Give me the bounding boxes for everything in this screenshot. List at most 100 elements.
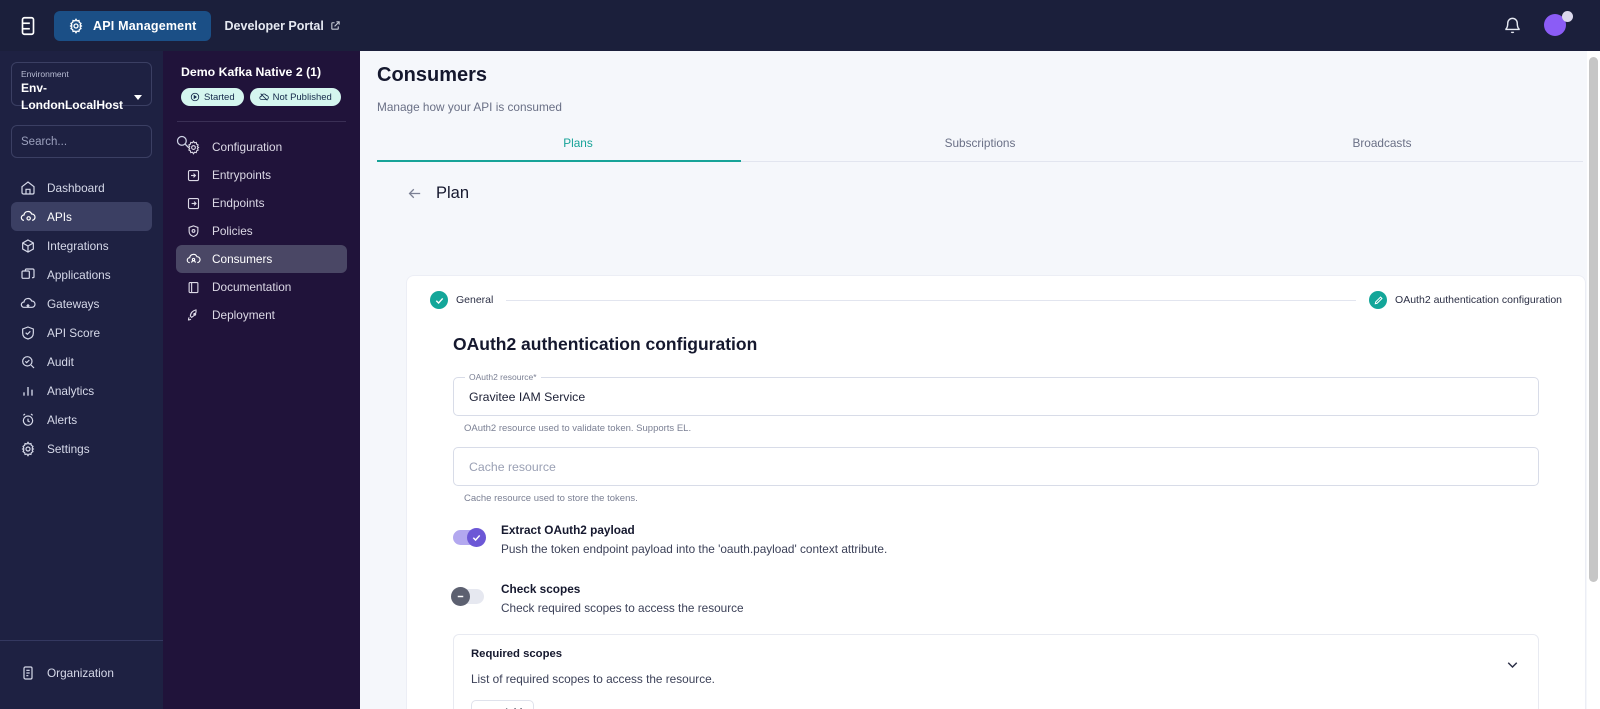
clipboard-icon (23, 665, 33, 680)
api-sidebar-item-entrypoints[interactable]: Entrypoints (176, 161, 347, 189)
top-bar: API Management Developer Portal (0, 0, 1600, 51)
check-scopes-row: Check scopes Check required scopes to ac… (451, 580, 1539, 615)
sidebar-item-label: Analytics (47, 383, 95, 398)
sidebar-item-label: Dashboard (47, 180, 105, 195)
avatar[interactable] (1544, 10, 1573, 38)
stepper-connector (506, 299, 1357, 301)
api-sidebar: Demo Kafka Native 2 (1) Started Not Publ… (163, 51, 360, 709)
page-subtitle: Manage how your API is consumed (377, 100, 562, 114)
apis-icon (20, 210, 36, 221)
api-sidebar-item-consumers[interactable]: Consumers (176, 245, 347, 273)
sidebar-item-audit[interactable]: Audit (11, 347, 152, 376)
extract-oauth2-payload-toggle[interactable] (453, 528, 486, 547)
pencil-icon (1369, 291, 1388, 309)
toggle-title: Extract OAuth2 payload (501, 523, 635, 537)
oauth2-resource-hint: OAuth2 resource used to validate token. … (464, 423, 692, 434)
extract-oauth2-payload-row: Extract OAuth2 payload Push the token en… (453, 521, 1539, 556)
cache-resource-field[interactable]: Cache resource (453, 447, 1539, 486)
main-content: Consumers Manage how your API is consume… (360, 51, 1600, 709)
api-sidebar-item-label: Endpoints (212, 196, 265, 210)
plan-header: Plan (406, 184, 1600, 203)
api-sidebar-item-label: Configuration (212, 140, 283, 154)
required-scopes-description: List of required scopes to access the re… (471, 672, 715, 686)
required-scopes-title: Required scopes (471, 648, 563, 660)
api-sidebar-divider (177, 121, 346, 122)
extract-oauth2-payload-text: Extract OAuth2 payload Push the token en… (501, 521, 887, 556)
required-scopes-panel: Required scopes List of required scopes … (453, 634, 1539, 709)
sidebar-item-label: APIs (47, 209, 72, 224)
search-check-icon (22, 355, 35, 368)
external-link-icon (330, 20, 341, 31)
status-badge-started: Started (181, 88, 244, 106)
sidebar-item-applications[interactable]: Applications (11, 260, 152, 289)
tab-subscriptions[interactable]: Subscriptions (779, 136, 1181, 161)
oauth2-resource-field[interactable]: OAuth2 resource* Gravitee IAM Service (453, 372, 1539, 416)
chevron-down-icon (134, 94, 142, 100)
bell-icon[interactable] (1503, 16, 1522, 35)
stepper-step-oauth2[interactable]: OAuth2 authentication configuration (1369, 291, 1562, 309)
sidebar-item-label: Alerts (47, 412, 78, 427)
oauth2-resource-value: Gravitee IAM Service (469, 389, 586, 404)
api-sidebar-item-deployment[interactable]: Deployment (176, 301, 347, 329)
api-sidebar-item-configuration[interactable]: Configuration (176, 133, 347, 161)
stepper: General OAuth2 authentication configurat… (407, 276, 1585, 309)
api-sidebar-item-label: Consumers (212, 252, 273, 266)
sidebar-nav: Dashboard APIs Integrations Applications… (0, 173, 163, 463)
main-sidebar: Environment Env-LondonLocalHost Dashboar… (0, 51, 189, 709)
sidebar-item-label: Applications (47, 267, 111, 282)
status-badge-label: Not Published (272, 91, 332, 103)
gravitee-logo-icon[interactable] (14, 12, 42, 40)
oauth2-form: OAuth2 resource* Gravitee IAM Service OA… (451, 372, 1539, 709)
environment-label: Environment (21, 69, 69, 79)
toggle-knob-check-icon (467, 528, 486, 547)
search-input-wrapper[interactable] (11, 125, 189, 158)
cache-resource-hint: Cache resource used to store the tokens. (464, 493, 638, 504)
consumers-icon (186, 253, 201, 263)
sidebar-item-integrations[interactable]: Integrations (11, 231, 152, 260)
check-scopes-toggle[interactable] (451, 587, 484, 606)
sidebar-item-label: Integrations (47, 238, 109, 253)
tab-plans[interactable]: Plans (377, 136, 779, 161)
rocket-icon (187, 308, 197, 320)
environment-value-text: Env-LondonLocalHost (21, 81, 123, 112)
sidebar-item-dashboard[interactable]: Dashboard (11, 173, 152, 202)
nav-developer-portal-label: Developer Portal (224, 18, 324, 33)
add-scope-button[interactable]: Add (471, 700, 535, 709)
play-circle-icon (190, 92, 200, 102)
chevron-down-icon[interactable] (1504, 656, 1521, 673)
page-scrollbar-track[interactable] (1587, 51, 1600, 709)
nav-api-management[interactable]: API Management (54, 10, 211, 41)
search-input[interactable] (21, 135, 175, 148)
avatar-status-dot (1562, 10, 1573, 22)
nav-api-management-label: API Management (93, 18, 197, 33)
sidebar-item-apis[interactable]: APIs (11, 202, 152, 231)
search-icon[interactable] (175, 134, 190, 149)
sidebar-item-organization[interactable]: Organization (11, 658, 152, 687)
sidebar-item-api-score[interactable]: API Score (11, 318, 152, 347)
stepper-step-label: General (456, 294, 494, 306)
sidebar-item-analytics[interactable]: Analytics (11, 376, 152, 405)
environment-selector[interactable]: Environment Env-LondonLocalHost (11, 62, 152, 112)
sidebar-item-settings[interactable]: Settings (11, 434, 152, 463)
sidebar-item-label: Settings (47, 441, 90, 456)
api-sidebar-item-documentation[interactable]: Documentation (176, 273, 347, 301)
cloud-icon (20, 297, 36, 308)
arrow-left-icon[interactable] (406, 185, 423, 202)
sidebar-divider (0, 640, 163, 641)
page-scrollbar-thumb[interactable] (1589, 57, 1598, 582)
sidebar-item-gateways[interactable]: Gateways (11, 289, 152, 318)
api-sidebar-item-policies[interactable]: Policies (176, 217, 347, 245)
tab-broadcasts[interactable]: Broadcasts (1181, 136, 1583, 161)
tab-bar: Plans Subscriptions Broadcasts (377, 136, 1583, 162)
plan-heading: Plan (436, 184, 470, 202)
api-sidebar-item-endpoints[interactable]: Endpoints (176, 189, 347, 217)
sidebar-item-alerts[interactable]: Alerts (11, 405, 152, 434)
gear-icon (68, 17, 84, 34)
stepper-step-general[interactable]: General (430, 291, 493, 309)
nav-developer-portal[interactable]: Developer Portal (225, 19, 341, 33)
check-scopes-text: Check scopes Check required scopes to ac… (501, 580, 744, 615)
toggle-description: Check required scopes to access the reso… (501, 601, 744, 615)
page-title: Consumers (377, 64, 488, 86)
section-heading: OAuth2 authentication configuration (453, 334, 758, 354)
api-name: Demo Kafka Native 2 (1) (181, 65, 322, 79)
